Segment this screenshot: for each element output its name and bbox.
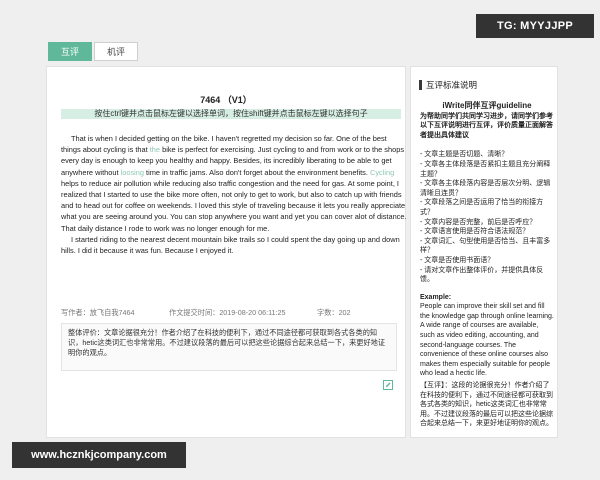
guideline-intro: 为帮助同学们共同学习进步，请同学们参考以下互评说明进行互评，评价质量正面解答者提… — [420, 112, 553, 139]
example-text: People can improve their skill set and f… — [420, 303, 554, 378]
criteria-header: 互评标准说明 — [419, 79, 477, 91]
tab-machine-review[interactable]: 机评 — [94, 42, 139, 61]
edit-icon[interactable] — [383, 380, 393, 390]
criteria-item: - 文章主题是否切题、清晰？ — [420, 151, 509, 159]
tab-peer-review[interactable]: 互评 — [48, 42, 93, 61]
criteria-item: - 请对文章作出整体评价，并提供具体反馈。 — [420, 266, 544, 284]
essay-paragraph[interactable]: That is when I decided getting on the bi… — [61, 133, 407, 234]
submit-time-label: 作文提交时间：2019-08-20 06:11:25 — [169, 308, 286, 317]
criteria-header-label: 互评标准说明 — [426, 80, 478, 90]
essay-paragraph[interactable]: I started riding to the nearest decent m… — [61, 234, 407, 256]
criteria-content: iWrite同伴互评guideline 为帮助同学们共同学习进步，请同学们参考以… — [420, 101, 554, 431]
tg-watermark: TG: MYYJJPP — [476, 14, 594, 38]
highlighted-word[interactable]: loosing — [121, 168, 144, 177]
criteria-item: - 文章段落之间是否运用了恰当的衔接方式？ — [420, 199, 544, 216]
essay-text[interactable]: I started riding to the nearest decent m… — [61, 235, 400, 255]
essay-panel: 7464 （V1） 按住ctrl键并点击鼠标左键以选择单词，按住shift键并点… — [46, 66, 407, 438]
example-review: 【互评】：这段的论据很充分！作者介绍了在科技的便利下，通过不同途径都可获取到各式… — [420, 382, 553, 428]
criteria-panel: 互评标准说明 iWrite同伴互评guideline 为帮助同学们共同学习进步，… — [410, 66, 558, 438]
essay-text[interactable]: time in traffic jams. Also don't forget … — [144, 168, 370, 177]
header-bar-icon — [419, 80, 422, 90]
criteria-item: - 文章内容是否完整，前后是否呼应？ — [420, 218, 537, 226]
criteria-item: - 文章各主体段落是否紧扣主题且充分阐释主题？ — [420, 160, 551, 178]
criteria-item: - 文章语言使用是否符合语法规范？ — [420, 228, 530, 236]
example-label: Example: — [420, 293, 452, 301]
essay-text[interactable]: helps to reduce air pollution while redu… — [61, 179, 407, 233]
highlighted-word[interactable]: the — [150, 145, 160, 154]
essay-title: 7464 （V1） — [200, 95, 252, 105]
word-count-label: 字数：202 — [317, 308, 351, 317]
selection-hint: 按住ctrl键并点击鼠标左键以选择单词，按住shift键并点击鼠标左键以选择句子 — [61, 109, 401, 119]
criteria-list: - 文章主题是否切题、清晰？ - 文章各主体段落是否紧扣主题且充分阐释主题？ - 文… — [420, 150, 554, 284]
criteria-item: - 文章各主体段落内容是否层次分明、逻辑清晰且连贯？ — [420, 180, 551, 197]
highlighted-word[interactable]: Cycling — [370, 168, 394, 177]
overall-review-textarea[interactable]: 整体评价：文章论据很充分！作者介绍了在科技的便利下，通过不同途径都可获取到各式各… — [61, 323, 397, 371]
url-watermark: www.hcznkjcompany.com — [12, 442, 186, 468]
essay-body[interactable]: That is when I decided getting on the bi… — [61, 133, 407, 256]
review-tabs: 互评 机评 — [48, 42, 139, 61]
author-label: 写作者：放飞自我7464 — [61, 308, 135, 317]
guideline-title: iWrite同伴互评guideline — [442, 101, 532, 110]
criteria-item: - 文章是否使用书面语？ — [420, 256, 495, 264]
essay-meta: 写作者：放飞自我7464 作文提交时间：2019-08-20 06:11:25 … — [61, 308, 401, 318]
criteria-item: - 文章词汇、句型使用是否恰当、且丰富多样？ — [420, 237, 551, 255]
